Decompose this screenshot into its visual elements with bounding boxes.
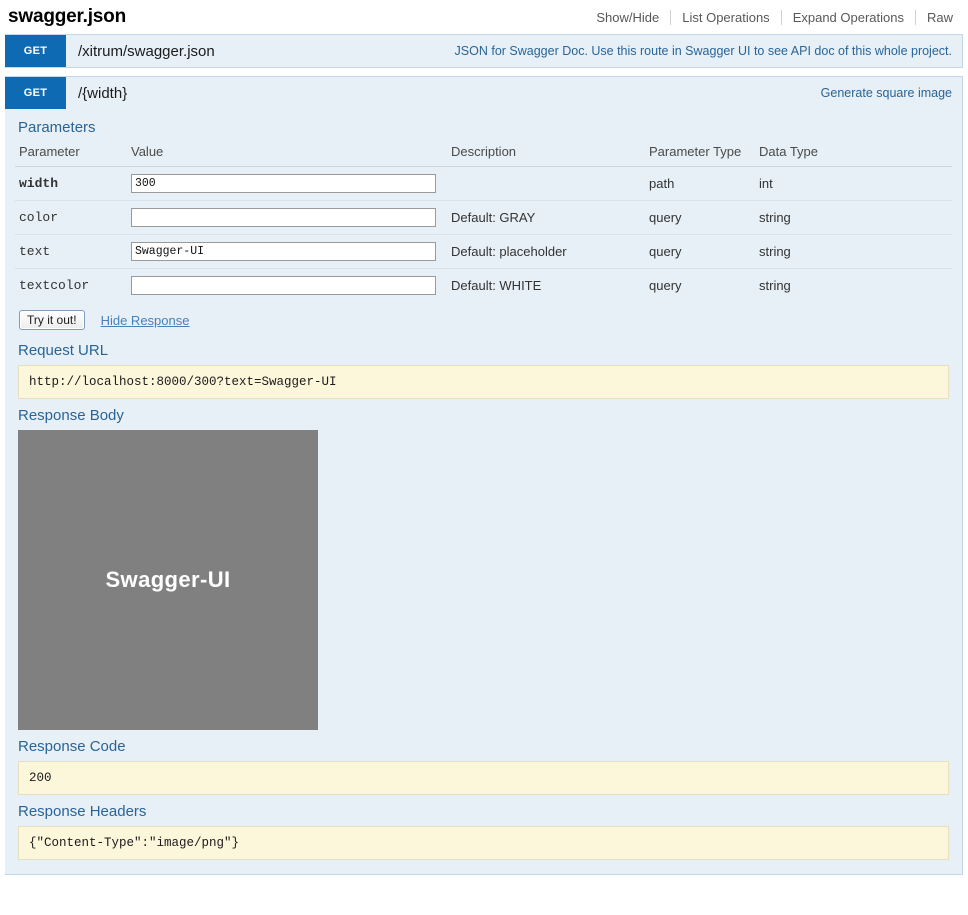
hide-response-link[interactable]: Hide Response [101,313,190,328]
parameter-data-type: int [755,166,952,201]
parameter-value-cell [127,166,447,201]
http-method-badge: GET [5,35,66,67]
width-input[interactable] [131,174,436,193]
show-hide-link[interactable]: Show/Hide [585,10,670,25]
request-url-heading: Request URL [18,342,109,359]
operation-header[interactable]: GET /xitrum/swagger.json JSON for Swagge… [5,35,962,67]
try-it-out-button[interactable]: Try it out! [19,310,85,330]
parameter-value-cell [127,269,447,303]
parameter-data-type: string [755,200,952,235]
parameter-type: query [645,200,755,235]
parameter-name: width [15,166,127,201]
table-row: textcolor Default: WHITE query string [15,269,952,303]
parameter-description: Default: GRAY [447,200,645,235]
column-header-parameter: Parameter [15,142,127,167]
resource-options-nav: Show/Hide List Operations Expand Operati… [585,10,956,25]
parameter-description [447,166,645,201]
column-header-parameter-type: Parameter Type [645,142,755,167]
operation-path[interactable]: /{width} [66,77,821,109]
expand-operations-link[interactable]: Expand Operations [782,10,915,25]
table-row: text Default: placeholder query string [15,234,952,269]
parameter-data-type: string [759,278,791,293]
response-headers-value: {"Content-Type":"image/png"} [18,826,949,860]
http-method-badge: GET [5,77,66,109]
generated-square-image: Swagger-UI [18,430,318,730]
parameter-name: textcolor [19,278,90,293]
operation-path[interactable]: /xitrum/swagger.json [66,35,455,67]
page-title: swagger.json [8,6,126,27]
parameter-description: Default: placeholder [447,234,645,269]
response-body-heading: Response Body [18,407,124,424]
response-headers-heading: Response Headers [18,803,147,820]
parameter-description: Default: WHITE [451,278,542,293]
parameter-value-cell [127,200,447,235]
parameter-data-type: string [755,234,952,269]
operation-summary[interactable]: JSON for Swagger Doc. Use this route in … [455,35,962,67]
response-body-value: Swagger-UI [18,430,949,730]
list-operations-link[interactable]: List Operations [671,10,780,25]
request-url-value: http://localhost:8000/300?text=Swagger-U… [18,365,949,399]
parameter-value-cell [127,234,447,269]
parameters-heading: Parameters [18,119,96,136]
submit-row: Try it out! Hide Response [15,304,952,334]
table-row: width path int [15,166,952,201]
column-header-data-type: Data Type [755,142,952,167]
table-header-row: Parameter Value Description Parameter Ty… [15,142,952,167]
text-input[interactable] [131,242,436,261]
column-header-description: Description [447,142,645,167]
parameter-type: query [645,234,755,269]
parameter-name: color [15,200,127,235]
response-code-heading: Response Code [18,738,126,755]
table-row: color Default: GRAY query string [15,200,952,235]
raw-link[interactable]: Raw [916,10,956,25]
generated-image-text: Swagger-UI [105,567,231,592]
operation-summary[interactable]: Generate square image [821,77,962,109]
operation-header[interactable]: GET /{width} Generate square image [5,77,962,109]
endpoint-generate-square-image[interactable]: GET /{width} Generate square image [5,76,963,109]
parameters-table: Parameter Value Description Parameter Ty… [15,142,952,302]
parameter-name: text [15,234,127,269]
parameter-type: path [645,166,755,201]
textcolor-input[interactable] [131,276,436,295]
color-input[interactable] [131,208,436,227]
operation-body: Parameters Parameter Value Description P… [5,109,963,875]
endpoint-swagger-json[interactable]: GET /xitrum/swagger.json JSON for Swagge… [5,34,963,68]
resource-header: swagger.json Show/Hide List Operations E… [0,0,968,34]
parameter-type: query [649,278,682,293]
response-code-value: 200 [18,761,949,795]
column-header-value: Value [127,142,447,167]
